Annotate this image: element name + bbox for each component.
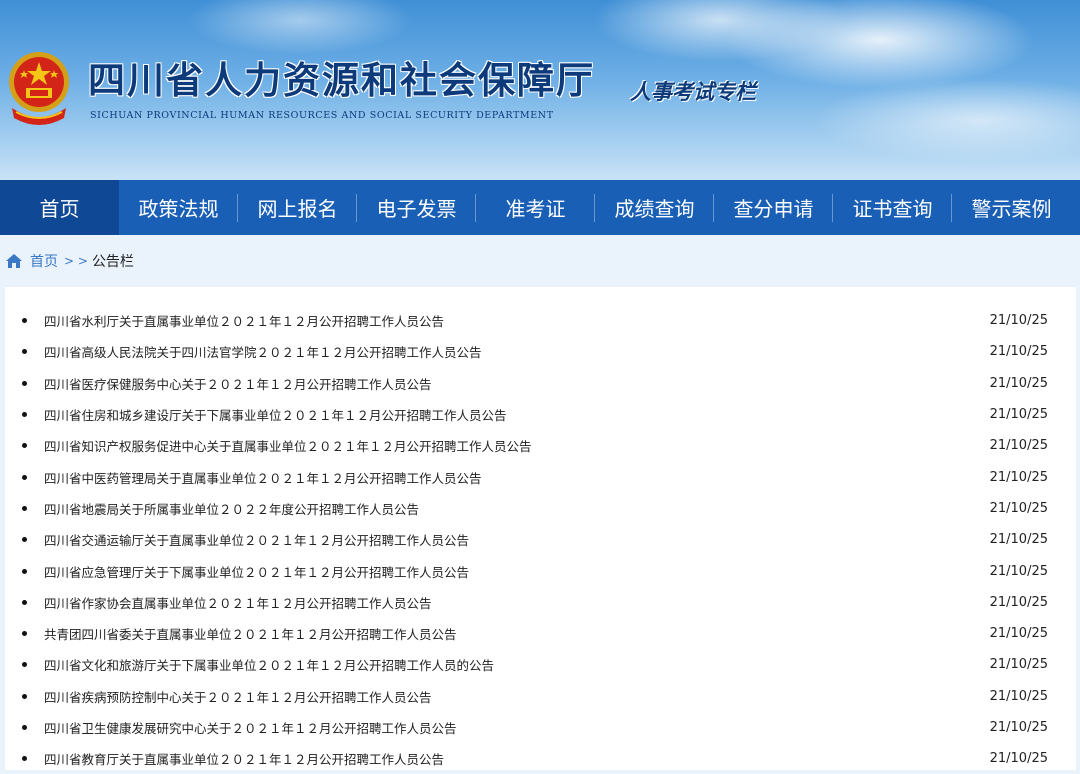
- notice-title-link[interactable]: 四川省卫生健康发展研究中心关于２０２１年１２月公开招聘工作人员公告: [44, 718, 457, 737]
- notice-title-link[interactable]: 四川省应急管理厅关于下属事业单位２０２１年１２月公开招聘工作人员公告: [44, 562, 469, 581]
- notice-list: 四川省水利厅关于直属事业单位２０２１年１２月公开招聘工作人员公告 21/10/25…: [5, 305, 1076, 774]
- notice-date: 21/10/25: [989, 344, 1048, 360]
- list-item[interactable]: 四川省地震局关于所属事业单位２０２２年度公开招聘工作人员公告 21/10/25: [5, 493, 1076, 524]
- notice-title-link[interactable]: 四川省高级人民法院关于四川法官学院２０２１年１２月公开招聘工作人员公告: [44, 342, 482, 361]
- notice-date: 21/10/25: [989, 438, 1048, 454]
- notice-title-link[interactable]: 四川省交通运输厅关于直属事业单位２０２１年１２月公开招聘工作人员公告: [44, 530, 469, 549]
- notice-date: 21/10/25: [989, 313, 1048, 329]
- notice-date: 21/10/25: [989, 751, 1048, 767]
- bullet: [22, 318, 27, 324]
- site-subtitle: SICHUAN PROVINCIAL HUMAN RESOURCES AND S…: [90, 110, 554, 121]
- notice-date: 21/10/25: [989, 407, 1048, 423]
- list-item[interactable]: 四川省教育厅关于直属事业单位２０２１年１２月公开招聘工作人员公告 21/10/25: [5, 743, 1076, 774]
- list-item[interactable]: 四川省疾病预防控制中心关于２０２１年１２月公开招聘工作人员公告 21/10/25: [5, 681, 1076, 712]
- bullet: [22, 631, 27, 637]
- bullet: [22, 662, 27, 668]
- bullet: [22, 725, 27, 730]
- site-header: 四川省人力资源和社会保障厅 SICHUAN PROVINCIAL HUMAN R…: [0, 0, 1080, 180]
- notice-date: 21/10/25: [989, 594, 1048, 610]
- nav-item-warning-cases[interactable]: 警示案例: [952, 180, 1071, 235]
- notice-date: 21/10/25: [989, 532, 1048, 548]
- nav-item-score-review[interactable]: 查分申请: [714, 180, 833, 235]
- breadcrumb-home-link[interactable]: 首页: [30, 251, 58, 271]
- list-item[interactable]: 四川省知识产权服务促进中心关于直属事业单位２０２１年１２月公开招聘工作人员公告 2…: [5, 430, 1076, 461]
- notice-date: 21/10/25: [989, 563, 1048, 579]
- nav-item-policy[interactable]: 政策法规: [119, 180, 238, 235]
- notice-list-panel: 四川省水利厅关于直属事业单位２０２１年１２月公开招聘工作人员公告 21/10/25…: [5, 287, 1076, 770]
- bullet: [22, 474, 27, 480]
- site-title: 四川省人力资源和社会保障厅: [88, 58, 595, 102]
- notice-title-link[interactable]: 共青团四川省委关于直属事业单位２０２１年１２月公开招聘工作人员公告: [44, 624, 457, 643]
- notice-date: 21/10/25: [989, 720, 1048, 735]
- list-item[interactable]: 四川省交通运输厅关于直属事业单位２０２１年１２月公开招聘工作人员公告 21/10/…: [5, 524, 1076, 555]
- notice-title-link[interactable]: 四川省教育厅关于直属事业单位２０２１年１２月公开招聘工作人员公告: [44, 749, 444, 768]
- nav-item-certificate-query[interactable]: 证书查询: [833, 180, 952, 235]
- notice-title-link[interactable]: 四川省中医药管理局关于直属事业单位２０２１年１２月公开招聘工作人员公告: [44, 468, 482, 487]
- notice-date: 21/10/25: [989, 375, 1048, 391]
- national-emblem-icon: [9, 52, 69, 125]
- notice-title-link[interactable]: 四川省知识产权服务促进中心关于直属事业单位２０２１年１２月公开招聘工作人员公告: [44, 436, 532, 455]
- notice-title-link[interactable]: 四川省住房和城乡建设厅关于下属事业单位２０２１年１２月公开招聘工作人员公告: [44, 405, 507, 424]
- notice-date: 21/10/25: [989, 500, 1048, 516]
- list-item[interactable]: 四川省住房和城乡建设厅关于下属事业单位２０２１年１２月公开招聘工作人员公告 21/…: [5, 399, 1076, 430]
- bullet: [22, 756, 27, 762]
- bullet: [22, 693, 27, 699]
- bullet: [22, 505, 27, 511]
- list-item[interactable]: 四川省医疗保健服务中心关于２０２１年１２月公开招聘工作人员公告 21/10/25: [5, 368, 1076, 399]
- notice-date: 21/10/25: [989, 469, 1048, 485]
- list-item[interactable]: 四川省文化和旅游厅关于下属事业单位２０２１年１２月公开招聘工作人员的公告 21/1…: [5, 649, 1076, 680]
- list-item[interactable]: 四川省中医药管理局关于直属事业单位２０２１年１２月公开招聘工作人员公告 21/10…: [5, 461, 1076, 492]
- breadcrumb-separator: > >: [64, 254, 88, 268]
- nav-item-score-query[interactable]: 成绩查询: [595, 180, 714, 235]
- list-item[interactable]: 共青团四川省委关于直属事业单位２０２１年１２月公开招聘工作人员公告 21/10/2…: [5, 618, 1076, 649]
- notice-title-link[interactable]: 四川省医疗保健服务中心关于２０２１年１２月公开招聘工作人员公告: [44, 374, 432, 393]
- bullet: [22, 412, 27, 418]
- notice-date: 21/10/25: [989, 626, 1048, 642]
- list-item[interactable]: 四川省水利厅关于直属事业单位２０２１年１２月公开招聘工作人员公告 21/10/25: [5, 305, 1076, 336]
- notice-date: 21/10/25: [989, 657, 1048, 673]
- list-item[interactable]: 四川省作家协会直属事业单位２０２１年１２月公开招聘工作人员公告 21/10/25: [5, 587, 1076, 618]
- notice-date: 21/10/25: [989, 688, 1048, 704]
- main-nav: 首页 政策法规 网上报名 电子发票 准考证 成绩查询 查分申请 证书查询 警示案…: [0, 180, 1080, 235]
- nav-item-home[interactable]: 首页: [0, 180, 119, 235]
- column-title: 人事考试专栏: [630, 80, 756, 104]
- notice-title-link[interactable]: 四川省地震局关于所属事业单位２０２２年度公开招聘工作人员公告: [44, 499, 419, 518]
- notice-title-link[interactable]: 四川省疾病预防控制中心关于２０２１年１２月公开招聘工作人员公告: [44, 687, 432, 706]
- bullet: [22, 443, 27, 449]
- notice-title-link[interactable]: 四川省水利厅关于直属事业单位２０２１年１２月公开招聘工作人员公告: [44, 311, 444, 330]
- breadcrumb: 首页 > > 公告栏: [0, 235, 1080, 287]
- bullet: [22, 568, 27, 574]
- home-icon: [6, 254, 22, 268]
- list-item[interactable]: 四川省应急管理厅关于下属事业单位２０２１年１２月公开招聘工作人员公告 21/10/…: [5, 555, 1076, 586]
- list-item[interactable]: 四川省卫生健康发展研究中心关于２０２１年１２月公开招聘工作人员公告 21/10/2…: [5, 712, 1076, 743]
- notice-title-link[interactable]: 四川省文化和旅游厅关于下属事业单位２０２１年１２月公开招聘工作人员的公告: [44, 655, 494, 674]
- nav-item-registration[interactable]: 网上报名: [238, 180, 357, 235]
- nav-item-admission-ticket[interactable]: 准考证: [476, 180, 595, 235]
- breadcrumb-current: 公告栏: [91, 254, 134, 270]
- bullet: [22, 380, 27, 386]
- nav-item-invoice[interactable]: 电子发票: [357, 180, 476, 235]
- list-item[interactable]: 四川省高级人民法院关于四川法官学院２０２１年１２月公开招聘工作人员公告 21/10…: [5, 336, 1076, 367]
- bullet: [22, 599, 27, 605]
- notice-title-link[interactable]: 四川省作家协会直属事业单位２０２１年１２月公开招聘工作人员公告: [44, 593, 432, 612]
- bullet: [22, 349, 27, 355]
- bullet: [22, 537, 27, 543]
